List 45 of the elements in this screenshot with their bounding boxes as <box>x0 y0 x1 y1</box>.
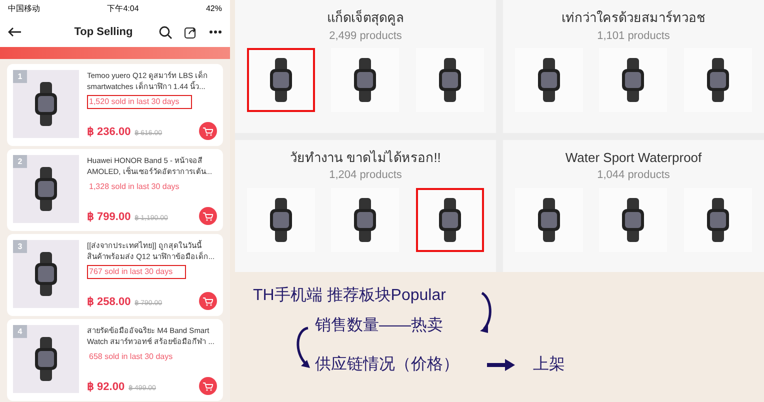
clock-label: 下午4:04 <box>107 2 139 14</box>
cart-icon <box>203 212 213 220</box>
cart-icon <box>203 296 213 306</box>
battery-label: 42% <box>206 2 222 14</box>
cart-button[interactable] <box>199 122 217 140</box>
rank-badge: 4 <box>13 325 27 338</box>
sold-count: 1,520 sold in last 30 days <box>87 95 192 109</box>
category-card[interactable]: เท่กว่าใครด้วยสมาร์ทวอช 1,101 products <box>503 0 764 132</box>
product-count: 1,044 products <box>597 168 670 183</box>
note-text: 销售数量——热卖 <box>315 318 443 334</box>
sold-count: 1,328 sold in last 30 days <box>88 181 180 193</box>
price: ฿ 799.00 <box>87 210 131 224</box>
carrier-label: 中国移动 <box>8 2 40 14</box>
cart-icon <box>203 126 213 136</box>
price: ฿ 92.00 <box>87 380 125 394</box>
rank-badge: 1 <box>13 70 27 83</box>
category-card[interactable]: Water Sport Waterproof 1,044 products <box>503 140 764 272</box>
category-title: Water Sport Waterproof <box>565 148 702 167</box>
cart-icon <box>203 382 213 390</box>
product-count: 2,499 products <box>329 28 402 44</box>
cart-button[interactable] <box>199 377 217 395</box>
category-title: เท่กว่าใครด้วยสมาร์ทวอช <box>562 9 706 27</box>
note-text: 供应链情况（价格） <box>315 357 459 373</box>
search-icon[interactable] <box>159 26 172 38</box>
category-title: วัยทำงาน ขาดไม่ได้หรอก!! <box>290 148 441 166</box>
more-icon[interactable] <box>209 30 222 34</box>
rank-badge: 3 <box>13 240 27 253</box>
product-count: 1,204 products <box>329 168 402 183</box>
price: ฿ 236.00 <box>87 124 131 140</box>
share-icon[interactable] <box>184 26 197 38</box>
note-text: TH手机端 推荐板块Popular <box>253 288 446 304</box>
price: ฿ 258.00 <box>87 294 131 310</box>
sold-count: 767 sold in last 30 days <box>87 265 186 279</box>
sold-count: 658 sold in last 30 days <box>88 351 174 363</box>
rank-badge: 2 <box>13 155 27 168</box>
category-card[interactable]: แก็ดเจ็ตสุดคูล 2,499 products <box>235 0 496 132</box>
product-count: 1,101 products <box>597 28 670 44</box>
cart-button[interactable] <box>199 207 217 225</box>
curved-arrow-icon <box>480 291 494 335</box>
cart-button[interactable] <box>199 292 217 310</box>
category-card[interactable]: วัยทำงาน ขาดไม่ได้หรอก!! 1,204 products <box>235 140 496 272</box>
right-arrow-icon <box>487 359 515 371</box>
page-title: Top Selling <box>73 24 134 40</box>
note-text: 上架 <box>533 357 565 373</box>
category-title: แก็ดเจ็ตสุดคูล <box>327 8 404 28</box>
